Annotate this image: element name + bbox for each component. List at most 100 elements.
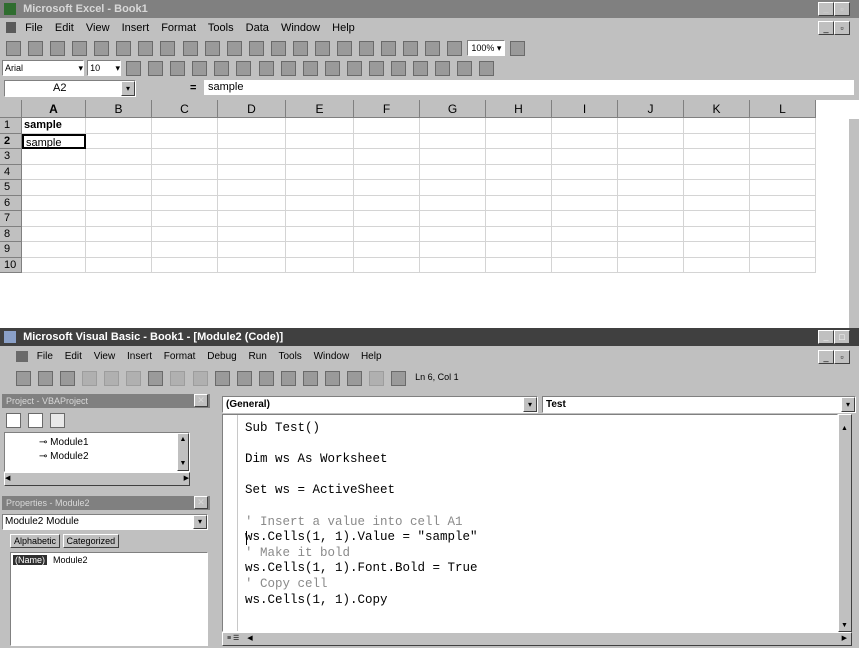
close-icon[interactable]: ✕ <box>194 496 208 509</box>
row-header-7[interactable]: 7 <box>0 211 22 227</box>
cell-d9[interactable] <box>218 242 286 258</box>
cell-c9[interactable] <box>152 242 218 258</box>
cell-b5[interactable] <box>86 180 152 196</box>
code-hscrollbar[interactable]: ≡ ☰ ◀ ▶ <box>222 632 852 646</box>
formula-input[interactable]: sample <box>204 80 854 95</box>
cell-b10[interactable] <box>86 257 152 273</box>
column-header-h[interactable]: H <box>486 100 552 118</box>
cell-d6[interactable] <box>218 195 286 211</box>
cell-i6[interactable] <box>552 195 618 211</box>
column-header-c[interactable]: C <box>152 100 218 118</box>
align-center-icon[interactable] <box>214 61 230 76</box>
function-icon[interactable] <box>336 41 352 56</box>
cell-i2[interactable] <box>552 133 618 149</box>
doc-restore-button[interactable]: ▫ <box>834 21 850 35</box>
properties-object-select[interactable]: Module2 Module ▾ <box>2 514 208 530</box>
select-all-corner[interactable] <box>0 100 22 118</box>
project-explorer-titlebar[interactable]: Project - VBAProject ✕ <box>2 394 210 408</box>
vbe-menu-view[interactable]: View <box>94 351 116 362</box>
cell-j4[interactable] <box>618 164 684 180</box>
zoom-select[interactable]: 100% ▾ <box>467 40 506 56</box>
full-module-view-icon[interactable]: ☰ <box>233 635 239 642</box>
cell-k2[interactable] <box>684 133 750 149</box>
doc-minimize-button[interactable]: _ <box>818 21 834 35</box>
underline-icon[interactable] <box>170 61 186 76</box>
vbe-minimize-button[interactable]: _ <box>818 330 834 344</box>
cell-j6[interactable] <box>618 195 684 211</box>
scroll-right-icon[interactable]: ▶ <box>842 633 847 645</box>
decrease-indent-icon[interactable] <box>390 61 406 76</box>
cell-a1[interactable]: sample <box>22 118 86 134</box>
menu-format[interactable]: Format <box>161 22 196 34</box>
sort-ascending-icon[interactable] <box>359 41 374 56</box>
restore-button[interactable]: ▫ <box>834 2 850 16</box>
sort-descending-icon[interactable] <box>381 41 397 56</box>
cell-j5[interactable] <box>618 180 684 196</box>
fill-color-icon[interactable] <box>457 61 473 76</box>
vbe-maximize-button[interactable]: □ <box>834 330 850 344</box>
cell-k10[interactable] <box>684 257 750 273</box>
format-painter-icon[interactable] <box>204 41 220 56</box>
cell-f8[interactable] <box>354 226 420 242</box>
save-icon[interactable] <box>50 41 66 56</box>
cell-a2[interactable]: sample <box>22 133 86 149</box>
menu-window[interactable]: Window <box>281 22 320 34</box>
cell-d8[interactable] <box>218 226 286 242</box>
procedure-combo[interactable]: Test ▾ <box>542 396 856 413</box>
tree-item-module2[interactable]: ⊸ Module2 <box>39 451 89 462</box>
cell-k4[interactable] <box>684 164 750 180</box>
tab-alphabetic[interactable]: Alphabetic <box>10 534 61 548</box>
cell-j3[interactable] <box>618 149 684 165</box>
cell-i8[interactable] <box>552 226 618 242</box>
menu-file[interactable]: File <box>25 22 43 34</box>
cell-h7[interactable] <box>486 211 552 227</box>
run-icon[interactable] <box>214 371 230 386</box>
cell-j10[interactable] <box>618 257 684 273</box>
cell-k3[interactable] <box>684 149 750 165</box>
menu-view[interactable]: View <box>86 22 110 34</box>
tab-categorized[interactable]: Categorized <box>62 534 120 548</box>
cell-c10[interactable] <box>152 257 218 273</box>
row-header-8[interactable]: 8 <box>0 226 22 242</box>
cell-g4[interactable] <box>420 164 486 180</box>
print-icon[interactable] <box>72 41 88 56</box>
cell-a8[interactable] <box>22 226 86 242</box>
cell-l6[interactable] <box>750 195 816 211</box>
undo-icon[interactable] <box>226 41 242 56</box>
cell-k5[interactable] <box>684 180 750 196</box>
vbe-doc-restore-button[interactable]: ▫ <box>834 350 850 364</box>
row-header-10[interactable]: 10 <box>0 257 22 273</box>
font-color-icon[interactable] <box>479 61 495 76</box>
cell-g3[interactable] <box>420 149 486 165</box>
column-header-l[interactable]: L <box>750 100 816 118</box>
column-header-a[interactable]: A <box>22 100 86 118</box>
copy-icon[interactable] <box>104 371 120 386</box>
cell-a4[interactable] <box>22 164 86 180</box>
increase-indent-icon[interactable] <box>412 61 428 76</box>
cell-d7[interactable] <box>218 211 286 227</box>
cell-g8[interactable] <box>420 226 486 242</box>
borders-icon[interactable] <box>435 61 450 76</box>
row-header-4[interactable]: 4 <box>0 164 22 180</box>
view-code-icon[interactable] <box>6 413 21 428</box>
column-header-i[interactable]: I <box>552 100 618 118</box>
cell-a3[interactable] <box>22 149 86 165</box>
reset-icon[interactable] <box>258 371 274 386</box>
row-header-2[interactable]: 2 <box>0 133 22 149</box>
office-assistant-icon[interactable] <box>510 41 526 56</box>
code-vscrollbar[interactable]: ▲ ▼ <box>838 414 852 632</box>
cell-b9[interactable] <box>86 242 152 258</box>
paste-icon[interactable] <box>182 41 198 56</box>
cell-b3[interactable] <box>86 149 152 165</box>
name-box[interactable]: A2 ▾ <box>4 80 136 97</box>
cell-e9[interactable] <box>286 242 354 258</box>
cell-c3[interactable] <box>152 149 218 165</box>
vbe-menu-edit[interactable]: Edit <box>65 351 82 362</box>
redo-icon[interactable] <box>192 371 208 386</box>
font-name-select[interactable]: Arial ▾ <box>2 60 84 76</box>
column-header-j[interactable]: J <box>618 100 684 118</box>
cell-i7[interactable] <box>552 211 618 227</box>
autosum-icon[interactable] <box>314 41 330 56</box>
cell-f4[interactable] <box>354 164 420 180</box>
column-header-f[interactable]: F <box>354 100 420 118</box>
